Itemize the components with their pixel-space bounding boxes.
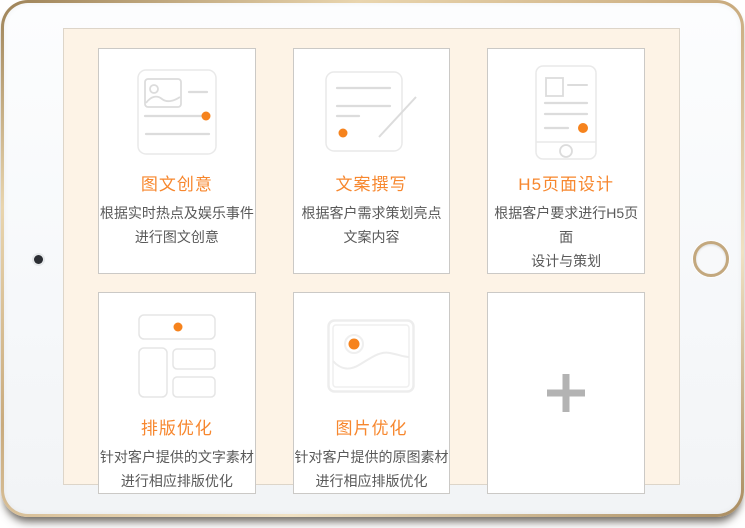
card-title: H5页面设计 — [518, 170, 614, 195]
service-card-layout: 排版优化 针对客户提供的文字素材 进行相应排版优化 — [98, 292, 256, 494]
page: 图文创意 根据实时热点及娱乐事件 进行图文创意 — [0, 0, 745, 528]
document-pen-icon — [325, 61, 417, 163]
card-description: 根据客户需求策划亮点 文案内容 — [301, 201, 441, 249]
card-desc-line1: 根据实时热点及娱乐事件 — [100, 201, 254, 225]
service-card-copywriting: 文案撰写 根据客户需求策划亮点 文案内容 — [293, 48, 451, 274]
card-desc-line2: 进行相应排版优化 — [294, 469, 448, 493]
card-desc-line1: 针对客户提供的原图素材 — [294, 445, 448, 469]
card-description: 根据实时热点及娱乐事件 进行图文创意 — [100, 201, 254, 249]
card-desc-line2: 设计与策划 — [488, 249, 644, 273]
service-card-picture: 图片优化 针对客户提供的原图素材 进行相应排版优化 — [293, 292, 451, 494]
card-title: 图文创意 — [141, 170, 213, 195]
card-desc-line2: 进行图文创意 — [100, 225, 254, 249]
tablet-frame: 图文创意 根据实时热点及娱乐事件 进行图文创意 — [1, 0, 744, 517]
phone-h5-icon — [535, 61, 597, 163]
service-card-h5-design: H5页面设计 根据客户要求进行H5页面 设计与策划 — [487, 48, 645, 274]
card-title: 排版优化 — [141, 414, 213, 439]
image-text-icon — [137, 61, 217, 163]
card-desc-line1: 针对客户提供的文字素材 — [100, 445, 254, 469]
tablet-bezel: 图文创意 根据实时热点及娱乐事件 进行图文创意 — [4, 3, 741, 514]
home-button[interactable] — [693, 241, 729, 277]
card-description: 根据客户要求进行H5页面 设计与策划 — [488, 201, 644, 273]
service-card-image-text: 图文创意 根据实时热点及娱乐事件 进行图文创意 — [98, 48, 256, 274]
camera-icon — [34, 255, 43, 264]
layout-blocks-icon — [138, 305, 216, 407]
card-description: 针对客户提供的原图素材 进行相应排版优化 — [294, 445, 448, 493]
plus-icon — [547, 374, 585, 412]
add-card[interactable] — [487, 292, 645, 494]
card-desc-line2: 进行相应排版优化 — [100, 469, 254, 493]
card-desc-line1: 根据客户要求进行H5页面 — [488, 201, 644, 249]
card-description: 针对客户提供的文字素材 进行相应排版优化 — [100, 445, 254, 493]
card-desc-line1: 根据客户需求策划亮点 — [301, 201, 441, 225]
card-title: 文案撰写 — [335, 170, 407, 195]
card-title: 图片优化 — [335, 414, 407, 439]
card-desc-line2: 文案内容 — [301, 225, 441, 249]
picture-frame-icon — [327, 305, 415, 407]
screen: 图文创意 根据实时热点及娱乐事件 进行图文创意 — [63, 28, 680, 485]
